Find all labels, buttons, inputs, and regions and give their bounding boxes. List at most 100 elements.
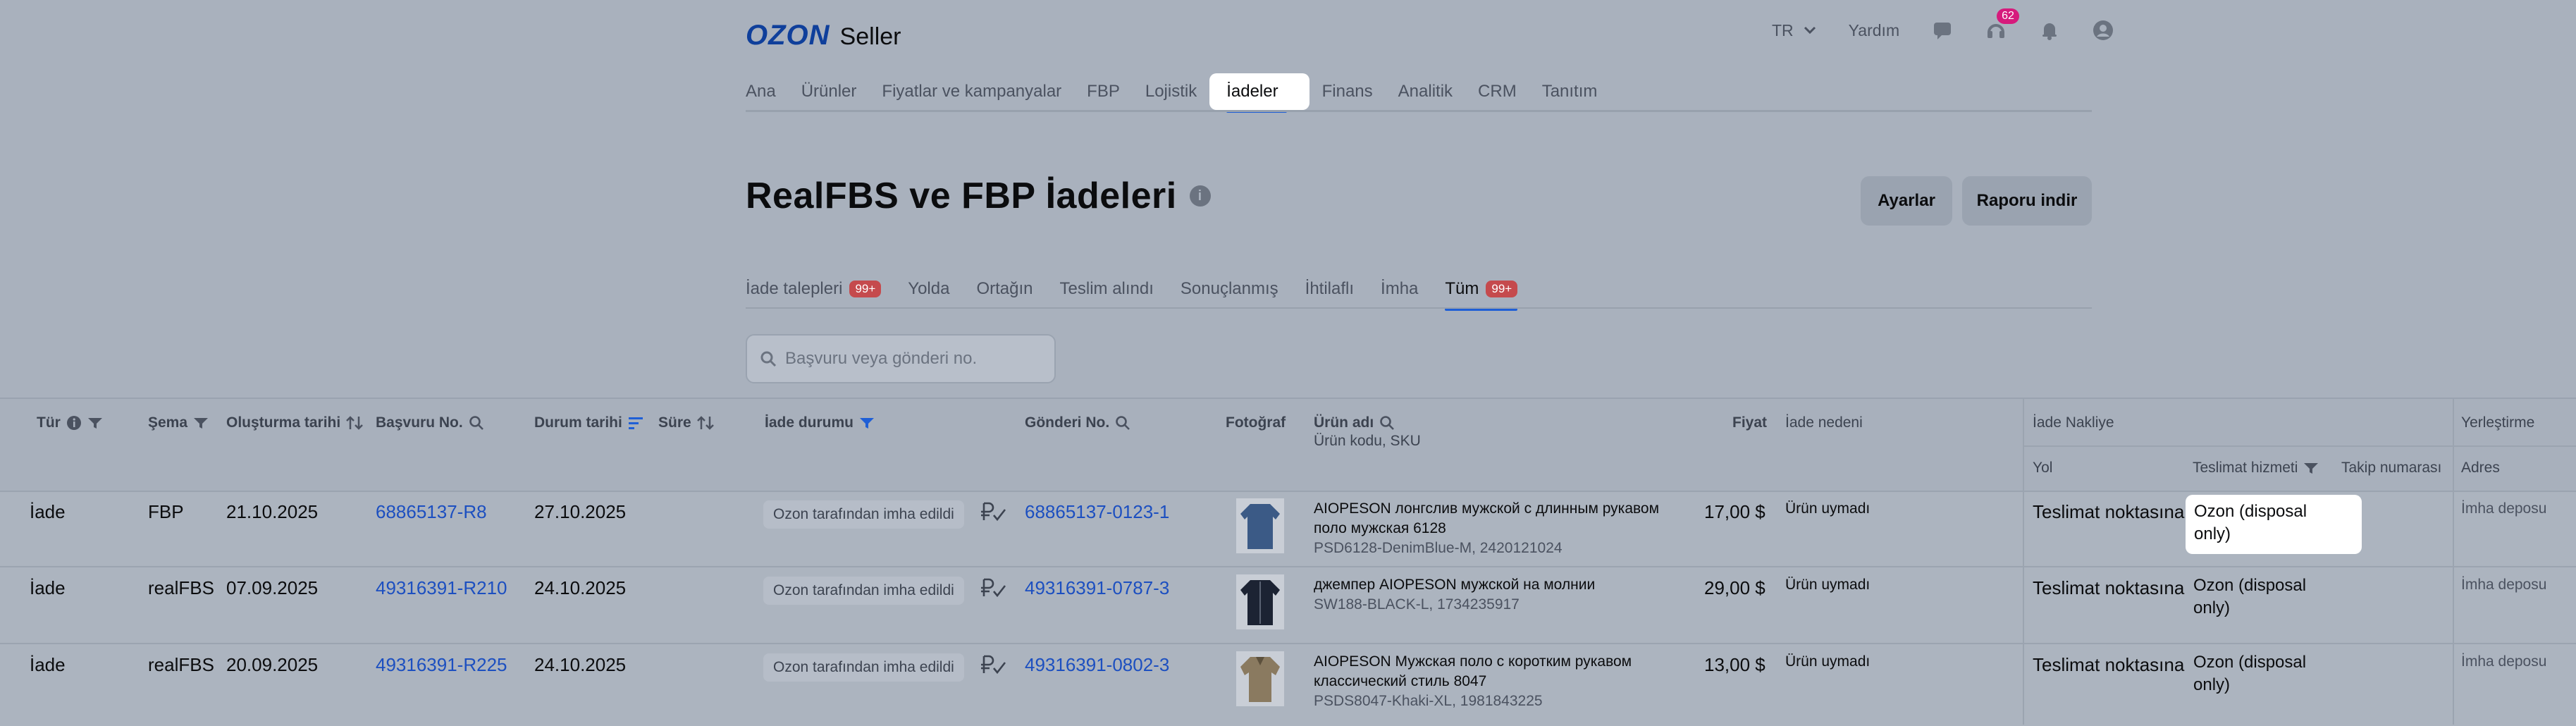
col-label: Oluşturma tarihi xyxy=(226,414,341,431)
product-photo[interactable] xyxy=(1236,498,1284,553)
tab-ihtilafli[interactable]: İhtilaflı xyxy=(1305,271,1354,307)
header-divider xyxy=(0,491,2576,492)
logo-ozon: OZON xyxy=(746,20,830,51)
cell-yol: Teslimat noktasına xyxy=(2033,577,2185,598)
chat-icon[interactable] xyxy=(1932,20,1953,41)
status-badge: Ozon tarafından imha edildi xyxy=(763,500,964,529)
col-teslimat-hizmeti[interactable]: Teslimat hizmeti xyxy=(2193,460,2319,476)
col-gonderi-no[interactable]: Gönderi No. xyxy=(1025,414,1130,431)
tab-yolda[interactable]: Yolda xyxy=(908,271,949,307)
cell-tur: İade xyxy=(30,654,66,675)
tabs-divider xyxy=(746,307,2092,309)
cell-olusturma: 21.10.2025 xyxy=(226,501,319,522)
row-divider xyxy=(0,643,2576,644)
col-basvuru-no[interactable]: Başvuru No. xyxy=(376,414,484,431)
search-icon[interactable] xyxy=(1115,415,1130,431)
search-icon[interactable] xyxy=(1379,415,1395,431)
support-headset-icon[interactable]: 62 xyxy=(1985,8,2019,41)
gonderi-link[interactable]: 68865137-0123-1 xyxy=(1025,501,1169,523)
status-tabs: İade talepleri 99+ Yolda Ortağın Teslim … xyxy=(746,271,1518,311)
filter-active-icon[interactable] xyxy=(859,417,875,429)
col-tur[interactable]: Tür xyxy=(37,414,103,431)
tab-ortagin[interactable]: Ortağın xyxy=(976,271,1033,307)
header-subdivider xyxy=(2023,445,2576,447)
tab-teslim-alindi[interactable]: Teslim alındı xyxy=(1060,271,1154,307)
col-sure[interactable]: Süre xyxy=(658,414,714,431)
col-label: Başvuru No. xyxy=(376,414,463,431)
col-durum-tarihi[interactable]: Durum tarihi xyxy=(534,414,643,431)
help-link[interactable]: Yardım xyxy=(1849,21,1899,40)
settings-button[interactable]: Ayarlar xyxy=(1861,176,1952,226)
sort-icon[interactable] xyxy=(346,415,364,431)
col-fiyat: Fiyat xyxy=(1732,414,1768,431)
tab-label: Sonuçlanmış xyxy=(1180,279,1278,298)
col-olusturma-tarihi[interactable]: Oluşturma tarihi xyxy=(226,414,364,431)
money-check-icon[interactable] xyxy=(980,578,1008,599)
tab-label: İmha xyxy=(1381,279,1419,298)
download-report-button[interactable]: Raporu indir xyxy=(1962,176,2092,226)
page-title-text: RealFBS ve FBP İadeleri xyxy=(746,176,1177,216)
nav-item-fbp[interactable]: FBP xyxy=(1074,73,1133,110)
col-takip-numarasi: Takip numarası xyxy=(2341,460,2442,476)
gonderi-link[interactable]: 49316391-0802-3 xyxy=(1025,654,1169,676)
sort-icon[interactable] xyxy=(696,415,714,431)
column-divider xyxy=(2453,491,2454,725)
main-nav: Ana Ürünler Fiyatlar ve kampanyalar FBP … xyxy=(746,73,1610,113)
product-photo[interactable] xyxy=(1236,574,1284,629)
language-selector[interactable]: TR xyxy=(1772,21,1816,40)
nav-item-crm[interactable]: CRM xyxy=(1465,73,1529,110)
nav-item-analitik[interactable]: Analitik xyxy=(1386,73,1465,110)
count-badge: 99+ xyxy=(1486,281,1518,297)
notification-count-badge: 62 xyxy=(1997,8,2019,24)
nav-item-lojistik[interactable]: Lojistik xyxy=(1133,73,1209,110)
tab-sonuclanmis[interactable]: Sonuçlanmış xyxy=(1181,271,1278,307)
col-urun-adi[interactable]: Ürün adı xyxy=(1314,414,1395,431)
basvuru-link[interactable]: 68865137-R8 xyxy=(376,501,487,523)
cell-sema: FBP xyxy=(148,501,184,522)
col-label: Durum tarihi xyxy=(534,414,622,431)
nav-item-urunler[interactable]: Ürünler xyxy=(789,73,870,110)
tab-iade-talepleri[interactable]: İade talepleri 99+ xyxy=(746,271,882,307)
product-name-cont: классический стиль 8047 xyxy=(1314,673,1487,689)
basvuru-link[interactable]: 49316391-R210 xyxy=(376,577,507,599)
profile-icon[interactable] xyxy=(2093,20,2114,41)
nav-item-tanitim[interactable]: Tanıtım xyxy=(1529,73,1610,110)
money-check-icon[interactable] xyxy=(980,655,1008,676)
column-divider xyxy=(2023,491,2024,725)
cell-iade-nedeni: Ürün uymadı xyxy=(1785,577,1871,593)
cell-tur: İade xyxy=(30,501,66,522)
search-icon[interactable] xyxy=(469,415,484,431)
col-sema[interactable]: Şema xyxy=(148,414,209,431)
filter-icon[interactable] xyxy=(193,417,209,429)
cell-olusturma: 07.09.2025 xyxy=(226,577,319,598)
cell-yol: Teslimat noktasına xyxy=(2033,654,2185,675)
tab-tum[interactable]: Tüm 99+ xyxy=(1445,271,1518,311)
cell-sema: realFBS xyxy=(148,577,214,598)
ozon-seller-logo[interactable]: OZON Seller xyxy=(746,20,901,51)
tab-imha[interactable]: İmha xyxy=(1381,271,1418,307)
nav-item-fiyatlar[interactable]: Fiyatlar ve kampanyalar xyxy=(869,73,1074,110)
money-check-icon[interactable] xyxy=(980,502,1008,523)
cell-yol: Teslimat noktasına xyxy=(2033,501,2185,522)
cell-adres: İmha deposu xyxy=(2461,577,2547,593)
info-icon[interactable] xyxy=(66,415,82,431)
basvuru-link[interactable]: 49316391-R225 xyxy=(376,654,507,676)
bell-icon[interactable] xyxy=(2039,20,2060,41)
delivery-service-highlight[interactable]: Ozon (disposal only) xyxy=(2186,495,2362,554)
product-sku: SW188-BLACK-L, 1734235917 xyxy=(1314,596,1520,613)
filter-icon[interactable] xyxy=(87,417,103,429)
info-icon[interactable]: i xyxy=(1189,185,1211,207)
product-sku: PSD6128-DenimBlue-M, 2420121024 xyxy=(1314,540,1563,556)
filter-active-icon[interactable] xyxy=(2303,462,2319,474)
col-iade-durumu[interactable]: İade durumu xyxy=(765,414,875,431)
nav-item-iadeler[interactable]: İadeler xyxy=(1209,73,1309,113)
tab-label: İhtilaflı xyxy=(1305,279,1355,298)
col-urun-kodu: Ürün kodu, SKU xyxy=(1314,433,1421,449)
nav-item-finans[interactable]: Finans xyxy=(1309,73,1386,110)
search-field[interactable]: Başvuru veya gönderi no. xyxy=(746,334,1056,383)
gonderi-link[interactable]: 49316391-0787-3 xyxy=(1025,577,1169,599)
product-photo[interactable] xyxy=(1236,651,1284,706)
cell-adres: İmha deposu xyxy=(2461,500,2547,517)
sort-desc-icon[interactable] xyxy=(628,416,643,430)
nav-item-ana[interactable]: Ana xyxy=(746,73,789,110)
